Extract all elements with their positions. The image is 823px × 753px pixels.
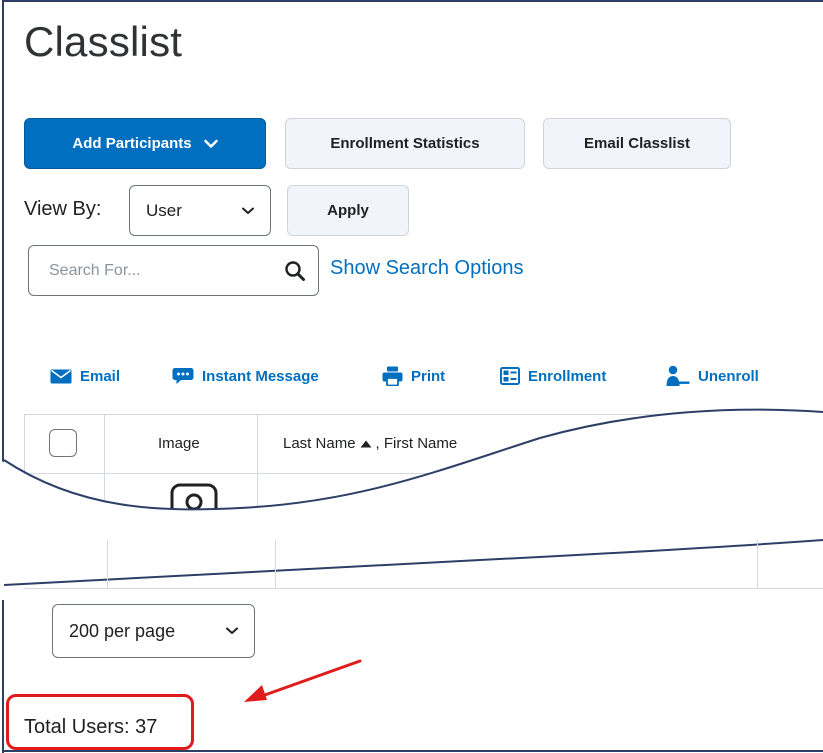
print-action[interactable]: Print (382, 365, 445, 387)
page-title: Classlist (24, 18, 183, 65)
instant-message-action[interactable]: Instant Message (172, 365, 319, 387)
add-participants-label: Add Participants (72, 135, 192, 152)
envelope-icon (50, 369, 72, 383)
printer-icon (382, 366, 403, 386)
frame-left-border-bottom (2, 580, 4, 753)
view-by-select[interactable]: User (129, 185, 271, 236)
annotation-arrow-icon (244, 659, 362, 702)
email-action-label: Email (80, 367, 121, 385)
search-icon[interactable] (284, 260, 306, 282)
unenroll-action-label: Unenroll (698, 367, 759, 385)
enrollment-action-label: Enrollment (528, 367, 607, 385)
unenroll-user-icon (666, 365, 690, 386)
show-search-options-link[interactable]: Show Search Options (330, 257, 523, 280)
total-users-count: Total Users: 37 (24, 716, 158, 738)
chevron-down-icon (203, 139, 218, 148)
per-page-select[interactable]: 200 per page (52, 604, 255, 658)
chevron-down-icon (226, 627, 238, 634)
search-input[interactable] (47, 260, 251, 281)
per-page-selected-value: 200 per page (69, 620, 176, 641)
column-divider (107, 540, 108, 588)
enrollment-action[interactable]: Enrollment (500, 365, 606, 387)
table-bottom-border (24, 588, 823, 589)
apply-button[interactable]: Apply (287, 185, 409, 236)
column-divider (757, 540, 758, 588)
torn-edge-graphic (0, 408, 823, 600)
add-participants-button[interactable]: Add Participants (24, 118, 266, 169)
frame-top-border (2, 0, 823, 2)
chevron-down-icon (242, 207, 254, 214)
column-divider (275, 540, 276, 588)
enrollment-statistics-button[interactable]: Enrollment Statistics (285, 118, 525, 169)
search-box (28, 245, 319, 296)
instant-message-action-label: Instant Message (202, 367, 319, 385)
email-action[interactable]: Email (50, 365, 120, 387)
frame-bottom-border (2, 750, 823, 752)
unenroll-action[interactable]: Unenroll (666, 365, 759, 387)
chat-icon (172, 368, 194, 384)
email-classlist-button[interactable]: Email Classlist (543, 118, 731, 169)
enrollment-icon (500, 367, 520, 385)
view-by-selected-value: User (146, 200, 182, 220)
print-action-label: Print (411, 367, 446, 385)
view-by-label: View By: (24, 198, 102, 220)
